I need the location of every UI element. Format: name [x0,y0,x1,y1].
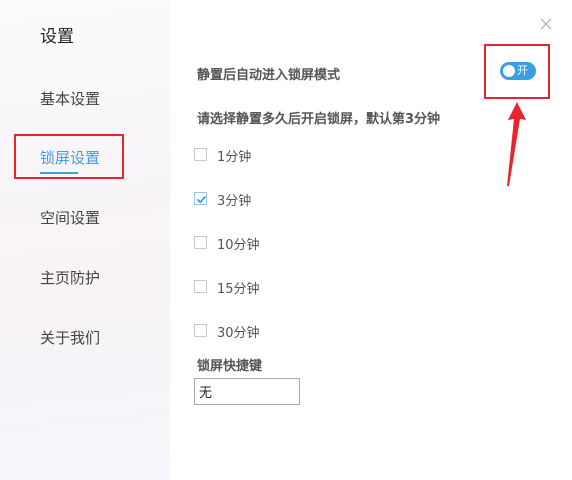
close-button[interactable] [537,15,555,33]
settings-title: 设置 [40,27,74,47]
duration-prompt: 请选择静置多久后开启锁屏，默认第3分钟 [197,112,441,127]
option-label: 10分钟 [217,238,260,253]
sidebar-item-homepage-protection[interactable]: 主页防护 [40,267,100,288]
option-label: 30分钟 [217,326,260,341]
auto-lock-label: 静置后自动进入锁屏模式 [197,68,341,83]
checkbox[interactable] [194,148,207,161]
sidebar-item-space[interactable]: 空间设置 [40,207,100,228]
annotation-box-toggle [484,44,550,99]
close-icon [540,18,552,30]
checkbox[interactable] [194,236,207,249]
sidebar: 设置 基本设置 锁屏设置 空间设置 主页防护 关于我们 [0,0,170,480]
option-label: 15分钟 [217,282,260,297]
checkbox-checked[interactable] [194,192,207,205]
check-icon [196,195,207,204]
checkbox[interactable] [194,324,207,337]
annotation-box-sidebar [14,134,124,179]
shortcut-label: 锁屏快捷键 [197,359,263,374]
checkbox[interactable] [194,280,207,293]
annotation-arrow-icon [507,102,526,186]
option-label: 1分钟 [217,150,252,165]
sidebar-item-about-us[interactable]: 关于我们 [40,327,100,348]
shortcut-input[interactable] [194,378,300,405]
option-label: 3分钟 [217,194,252,209]
sidebar-item-basic[interactable]: 基本设置 [40,88,100,109]
